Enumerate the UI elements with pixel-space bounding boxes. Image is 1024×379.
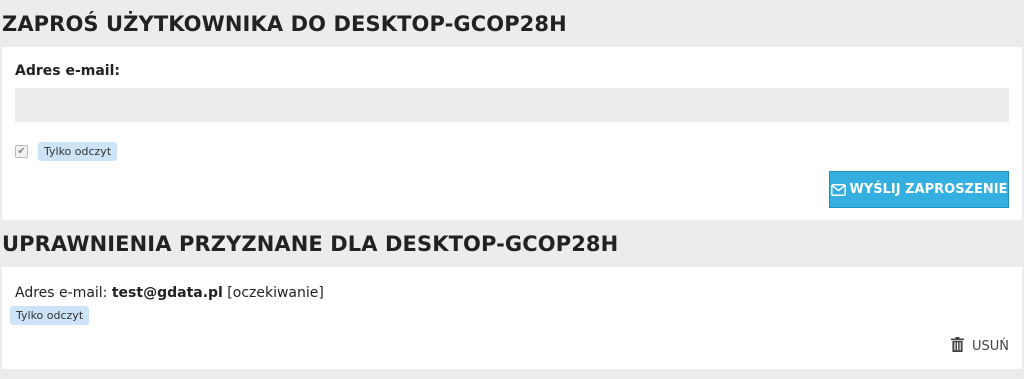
permission-role-badge: Tylko odczyt: [10, 306, 90, 325]
invite-section-title: ZAPROŚ UŻYTKOWNIKA DO DESKTOP-GCOP28H: [2, 11, 567, 36]
trash-icon: [950, 337, 964, 356]
permissions-section-title: UPRAWNIENIA PRZYZNANE DLA DESKTOP-GCOP28…: [2, 231, 619, 256]
permission-email: test@gdata.pl: [111, 285, 223, 301]
permission-entry-line: Adres e-mail: test@gdata.pl [oczekiwanie…: [15, 285, 324, 301]
readonly-checkbox[interactable]: ✔: [15, 145, 28, 158]
readonly-row: ✔ Tylko odczyt: [15, 142, 118, 161]
footer-strip: [0, 369, 1024, 374]
send-invite-button[interactable]: WYŚLIJ ZAPROSZENIE: [829, 171, 1009, 208]
readonly-badge[interactable]: Tylko odczyt: [38, 142, 118, 161]
envelope-icon: [830, 183, 846, 196]
email-input[interactable]: [15, 88, 1009, 122]
permissions-section-header: UPRAWNIENIA PRZYZNANE DLA DESKTOP-GCOP28…: [0, 220, 1024, 267]
email-label: Adres e-mail:: [15, 63, 120, 79]
send-invite-label: WYŚLIJ ZAPROSZENIE: [849, 182, 1008, 197]
permission-status: [oczekiwanie]: [227, 285, 324, 301]
invite-panel: Adres e-mail: ✔ Tylko odczyt WYŚLIJ ZAPR…: [2, 47, 1022, 220]
delete-permission-button[interactable]: USUŃ: [950, 337, 1009, 356]
delete-label: USUŃ: [971, 339, 1009, 354]
permissions-panel: Adres e-mail: test@gdata.pl [oczekiwanie…: [2, 267, 1022, 369]
invite-section-header: ZAPROŚ UŻYTKOWNIKA DO DESKTOP-GCOP28H: [0, 0, 1024, 47]
permission-email-prefix: Adres e-mail:: [15, 285, 108, 301]
